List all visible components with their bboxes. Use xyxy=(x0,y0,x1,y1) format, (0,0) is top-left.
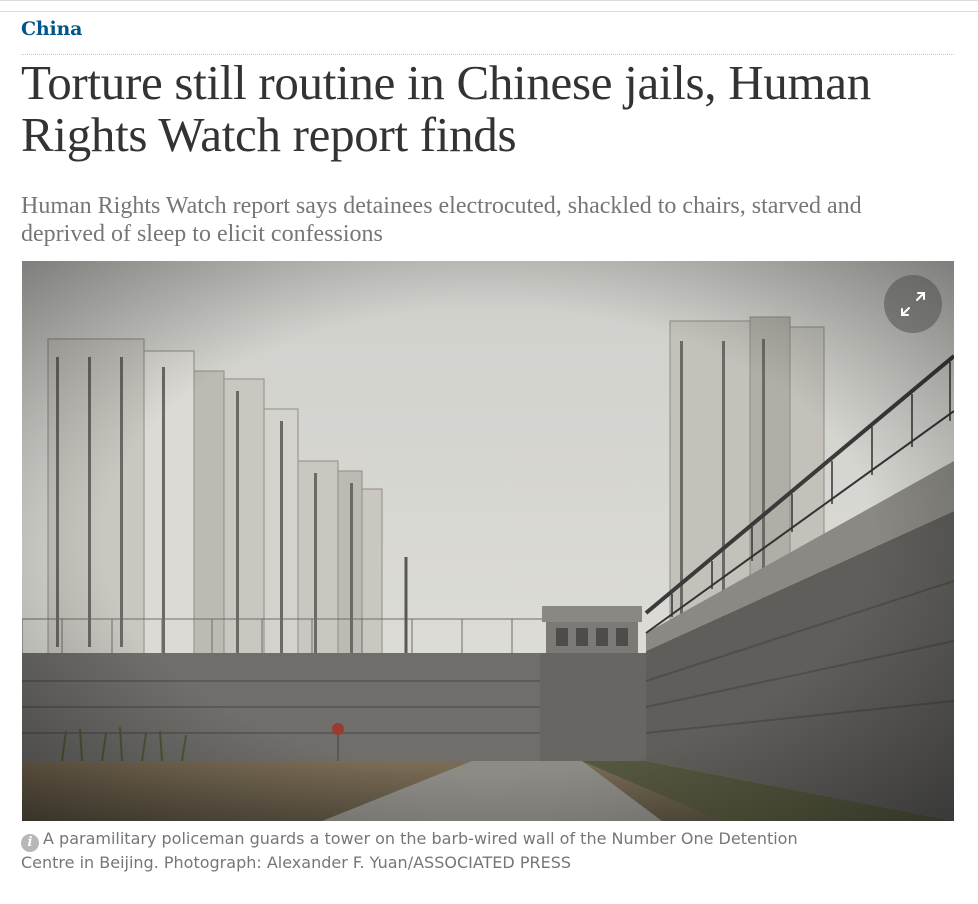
expand-icon xyxy=(901,292,925,316)
top-border xyxy=(0,11,978,12)
section-link-china[interactable]: China xyxy=(21,18,82,40)
article-photo[interactable] xyxy=(22,261,954,821)
caption-text: A paramilitary policeman guards a tower … xyxy=(21,829,798,872)
article-standfirst: Human Rights Watch report says detainees… xyxy=(21,193,862,247)
info-icon[interactable]: i xyxy=(21,834,39,852)
article-page: China Torture still routine in Chinese j… xyxy=(0,0,978,904)
article-headline: Torture still routine in Chinese jails, … xyxy=(21,55,871,162)
expand-image-button[interactable] xyxy=(884,275,942,333)
main-media xyxy=(22,261,954,821)
image-caption: iA paramilitary policeman guards a tower… xyxy=(21,828,821,873)
